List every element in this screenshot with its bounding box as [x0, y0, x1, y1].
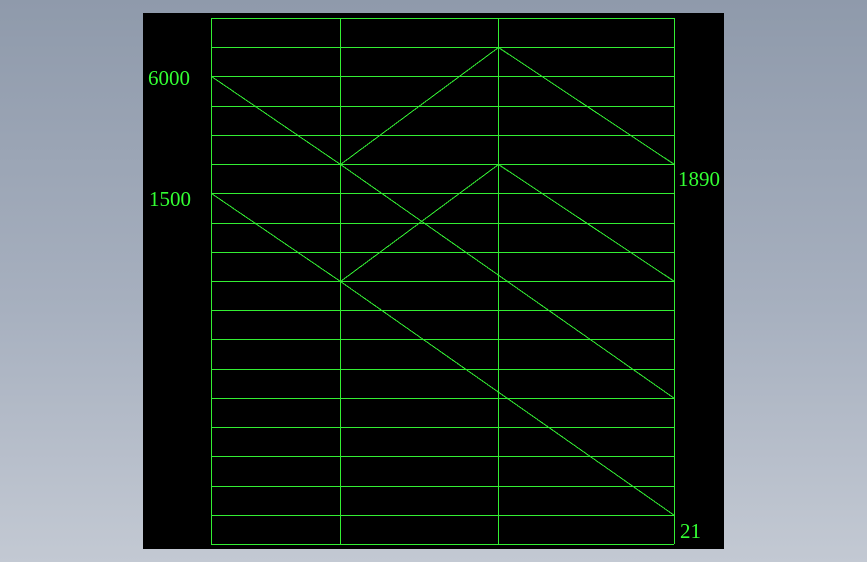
label-output-low: 21 [680, 519, 701, 543]
speed-ray-segment [211, 193, 341, 282]
label-input-low: 1500 [149, 187, 191, 211]
speed-ray-segment [211, 76, 341, 165]
drawing-viewport[interactable]: 6000 1500 1890 21 [143, 13, 724, 549]
label-input-high: 6000 [148, 66, 190, 90]
label-output-high: 1890 [678, 167, 720, 191]
grid-lines [211, 18, 675, 545]
speed-ray-diagram: 6000 1500 1890 21 [148, 18, 720, 545]
